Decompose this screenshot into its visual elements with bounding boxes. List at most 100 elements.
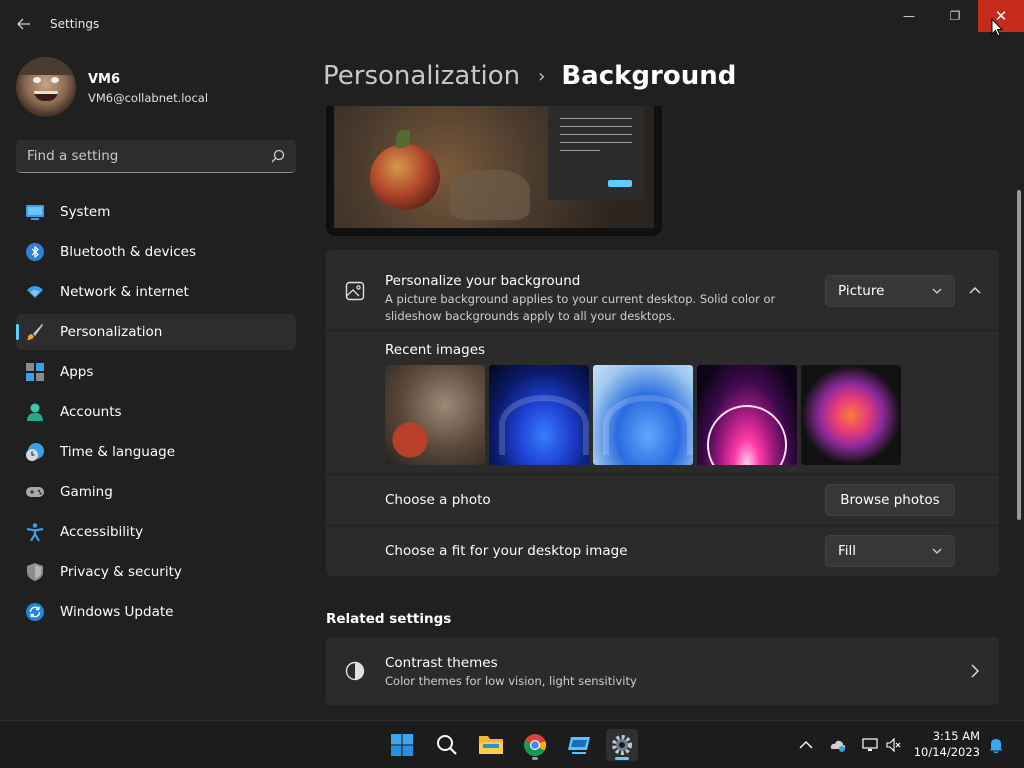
chevron-up-icon[interactable] bbox=[798, 737, 814, 753]
nav-label: System bbox=[60, 204, 111, 220]
chevron-up-icon bbox=[969, 287, 981, 294]
clock-time[interactable]: 3:15 AM bbox=[900, 729, 980, 743]
recent-images-title: Recent images bbox=[385, 342, 486, 358]
nav-item-privacy[interactable]: Privacy & security bbox=[16, 554, 296, 590]
nav-label: Privacy & security bbox=[60, 564, 182, 580]
network-icon[interactable] bbox=[862, 737, 878, 753]
clock-date[interactable]: 10/14/2023 bbox=[900, 745, 980, 759]
minimize-button[interactable]: — bbox=[886, 0, 932, 32]
nav-label: Accessibility bbox=[60, 524, 144, 540]
nav-item-windows-update[interactable]: Windows Update bbox=[16, 594, 296, 630]
card-title: Personalize your background bbox=[385, 273, 581, 289]
nav-item-personalization[interactable]: Personalization bbox=[16, 314, 296, 350]
choose-fit-label: Choose a fit for your desktop image bbox=[385, 543, 628, 559]
recent-image-thumbnail[interactable] bbox=[385, 365, 485, 465]
gamepad-icon bbox=[26, 487, 44, 497]
nav-label: Network & internet bbox=[60, 284, 189, 300]
settings-taskbar-button[interactable] bbox=[606, 729, 638, 761]
apps-icon bbox=[26, 363, 44, 381]
desktop-preview bbox=[326, 106, 662, 236]
brush-icon bbox=[27, 324, 43, 340]
search-box bbox=[16, 140, 296, 173]
back-arrow-icon bbox=[17, 18, 30, 30]
personalize-background-card: Personalize your background A picture ba… bbox=[326, 250, 999, 330]
nav-item-gaming[interactable]: Gaming bbox=[16, 474, 296, 510]
title-bar: Settings — ❐ ✕ bbox=[0, 0, 1024, 48]
user-email: VM6@collabnet.local bbox=[88, 91, 209, 105]
chevron-right-icon bbox=[971, 664, 979, 678]
card-description: A picture background applies to your cur… bbox=[385, 292, 776, 323]
background-type-dropdown[interactable]: Picture bbox=[825, 275, 955, 307]
remote-app-button[interactable] bbox=[563, 729, 595, 761]
chevron-down-icon bbox=[932, 548, 942, 554]
file-explorer-button[interactable] bbox=[475, 729, 507, 761]
nav-label: Time & language bbox=[60, 444, 176, 460]
recent-image-thumbnail[interactable] bbox=[593, 365, 693, 465]
folder-icon bbox=[479, 736, 503, 754]
nav-list: System Bluetooth & devices Network & int… bbox=[16, 194, 296, 634]
nav-label: Accounts bbox=[60, 404, 122, 420]
nav-label: Bluetooth & devices bbox=[60, 244, 197, 260]
update-icon bbox=[26, 603, 44, 621]
contrast-themes-row[interactable]: Contrast themes Color themes for low vis… bbox=[326, 637, 999, 705]
wifi-icon bbox=[27, 286, 43, 298]
start-button[interactable] bbox=[386, 729, 418, 761]
recent-image-thumbnail[interactable] bbox=[801, 365, 901, 465]
mouse-cursor-icon bbox=[991, 18, 1003, 37]
browse-photos-button[interactable]: Browse photos bbox=[825, 484, 955, 516]
back-button[interactable] bbox=[12, 12, 36, 36]
maximize-button[interactable]: ❐ bbox=[932, 0, 978, 32]
breadcrumb-separator: › bbox=[538, 65, 546, 87]
person-icon bbox=[27, 403, 43, 421]
gear-icon bbox=[612, 735, 632, 755]
search-icon bbox=[437, 735, 457, 755]
taskbar: 3:15 AM 10/14/2023 bbox=[0, 720, 1024, 768]
recent-image-thumbnail[interactable] bbox=[697, 365, 797, 465]
bluetooth-icon bbox=[26, 243, 44, 261]
system-icon bbox=[26, 205, 44, 220]
notification-bell-icon[interactable] bbox=[988, 737, 1004, 753]
nav-label: Gaming bbox=[60, 484, 113, 500]
breadcrumb-parent[interactable]: Personalization bbox=[323, 61, 520, 91]
related-settings-heading: Related settings bbox=[326, 611, 452, 627]
nav-label: Apps bbox=[60, 364, 94, 380]
accessibility-icon bbox=[26, 523, 44, 541]
nav-item-network[interactable]: Network & internet bbox=[16, 274, 296, 310]
avatar[interactable] bbox=[16, 57, 76, 117]
nav-item-system[interactable]: System bbox=[16, 194, 296, 230]
chrome-button[interactable] bbox=[519, 729, 551, 761]
recent-image-thumbnail[interactable] bbox=[489, 365, 589, 465]
fit-dropdown[interactable]: Fill bbox=[825, 535, 955, 567]
taskbar-search-button[interactable] bbox=[431, 729, 463, 761]
globe-clock-icon bbox=[26, 443, 44, 461]
remote-desktop-icon bbox=[568, 737, 590, 754]
preview-window bbox=[548, 106, 644, 200]
scrollbar[interactable] bbox=[1017, 190, 1021, 520]
search-input[interactable] bbox=[16, 140, 264, 172]
choose-photo-row: Choose a photo Browse photos bbox=[326, 475, 999, 525]
contrast-themes-title: Contrast themes bbox=[385, 655, 498, 671]
nav-item-bluetooth[interactable]: Bluetooth & devices bbox=[16, 234, 296, 270]
shield-icon bbox=[27, 563, 43, 581]
user-name: VM6 bbox=[88, 72, 121, 87]
nav-item-time-language[interactable]: Time & language bbox=[16, 434, 296, 470]
chevron-down-icon bbox=[932, 288, 942, 294]
nav-item-apps[interactable]: Apps bbox=[16, 354, 296, 390]
page-title: Background bbox=[561, 61, 737, 91]
nav-item-accessibility[interactable]: Accessibility bbox=[16, 514, 296, 550]
nav-label: Personalization bbox=[60, 324, 163, 340]
chrome-icon bbox=[523, 734, 547, 756]
recent-images-list bbox=[385, 365, 905, 465]
choose-photo-label: Choose a photo bbox=[385, 492, 491, 508]
sidebar: VM6 VM6@collabnet.local System Bluetooth… bbox=[0, 48, 310, 720]
onedrive-icon[interactable] bbox=[830, 737, 846, 753]
nav-item-accounts[interactable]: Accounts bbox=[16, 394, 296, 430]
contrast-themes-description: Color themes for low vision, light sensi… bbox=[385, 674, 637, 688]
dropdown-value: Fill bbox=[838, 543, 857, 559]
app-title: Settings bbox=[50, 17, 100, 31]
search-icon[interactable] bbox=[271, 149, 285, 163]
nav-label: Windows Update bbox=[60, 604, 174, 620]
picture-icon bbox=[345, 281, 365, 301]
contrast-icon bbox=[345, 661, 365, 681]
collapse-button[interactable] bbox=[964, 279, 986, 301]
